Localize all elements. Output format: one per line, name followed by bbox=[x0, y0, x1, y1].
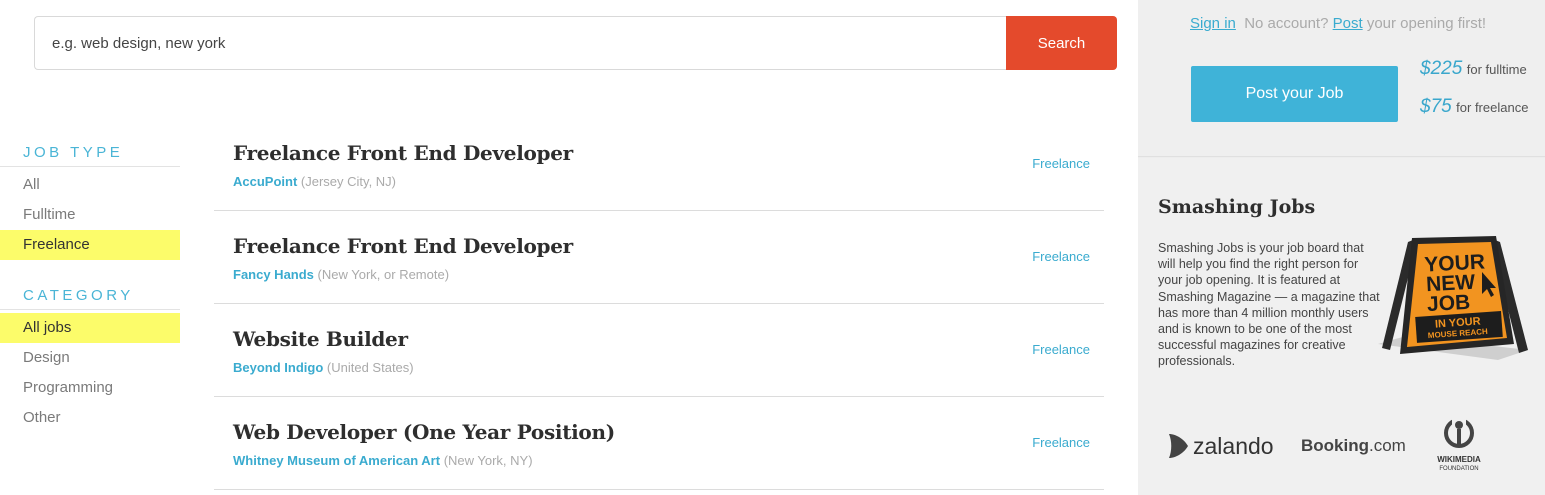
no-account-text: No account? bbox=[1244, 15, 1329, 32]
job-listing[interactable]: Freelance Front End Developer Fancy Hand… bbox=[214, 211, 1104, 304]
job-meta: Beyond Indigo (United States) bbox=[233, 360, 1104, 375]
job-company[interactable]: AccuPoint bbox=[233, 174, 297, 189]
job-meta: Fancy Hands (New York, or Remote) bbox=[233, 267, 1104, 282]
sign-in-link[interactable]: Sign in bbox=[1190, 15, 1236, 32]
job-location: (United States) bbox=[326, 360, 414, 375]
about-text: Smashing Jobs is your job board that wil… bbox=[1158, 241, 1380, 369]
price-fulltime: $225 for fulltime bbox=[1420, 58, 1527, 80]
signin-line: Sign in No account? Post your opening fi… bbox=[1190, 15, 1486, 32]
job-type-filter: JOB TYPE All Fulltime Freelance bbox=[0, 140, 180, 260]
search-input[interactable] bbox=[34, 16, 1006, 70]
zalando-logo: zalando bbox=[1169, 433, 1274, 459]
category-heading: CATEGORY bbox=[0, 283, 180, 310]
filter-job-type-all[interactable]: All bbox=[0, 170, 180, 200]
price-amount: $225 bbox=[1420, 58, 1463, 79]
filter-job-type-freelance[interactable]: Freelance bbox=[0, 230, 180, 260]
category-filter: CATEGORY All jobs Design Programming Oth… bbox=[0, 283, 180, 433]
wikimedia-line-1: WIKIMEDIA bbox=[1437, 455, 1481, 464]
job-meta: AccuPoint (Jersey City, NJ) bbox=[233, 174, 1104, 189]
job-title[interactable]: Freelance Front End Developer bbox=[233, 141, 1104, 165]
wikimedia-logo: WIKIMEDIA FOUNDATION bbox=[1437, 418, 1481, 472]
job-title[interactable]: Web Developer (One Year Position) bbox=[233, 420, 1104, 444]
booking-logo: Booking.com bbox=[1301, 436, 1406, 456]
job-type-label: Freelance bbox=[1032, 342, 1090, 357]
filters-panel: JOB TYPE All Fulltime Freelance CATEGORY… bbox=[0, 140, 180, 433]
job-location: (New York, or Remote) bbox=[317, 267, 450, 282]
wikimedia-line-2: FOUNDATION bbox=[1439, 466, 1478, 472]
booking-wordmark: Booking bbox=[1301, 436, 1369, 455]
search-button[interactable]: Search bbox=[1006, 16, 1117, 70]
job-type-label: Freelance bbox=[1032, 249, 1090, 264]
price-amount: $75 bbox=[1420, 96, 1452, 117]
post-job-box: Sign in No account? Post your opening fi… bbox=[1138, 0, 1545, 157]
price-label: for fulltime bbox=[1466, 62, 1527, 77]
filter-job-type-fulltime[interactable]: Fulltime bbox=[0, 200, 180, 230]
booking-suffix: .com bbox=[1369, 436, 1406, 455]
job-sign-image: YOUR NEW JOB IN YOUR MOUSE REACH bbox=[1378, 236, 1528, 360]
about-box: Smashing Jobs Smashing Jobs is your job … bbox=[1138, 158, 1545, 495]
filter-category-design[interactable]: Design bbox=[0, 343, 180, 373]
job-meta: Whitney Museum of American Art (New York… bbox=[233, 453, 1104, 468]
search-bar: Search bbox=[34, 16, 1117, 70]
job-location: (New York, NY) bbox=[443, 453, 533, 468]
job-list: Freelance Front End Developer AccuPoint … bbox=[214, 118, 1104, 490]
job-listing[interactable]: Freelance Front End Developer AccuPoint … bbox=[214, 118, 1104, 211]
price-label: for freelance bbox=[1456, 100, 1529, 115]
filter-category-programming[interactable]: Programming bbox=[0, 373, 180, 403]
sidebar: Sign in No account? Post your opening fi… bbox=[1138, 0, 1545, 495]
job-type-heading: JOB TYPE bbox=[0, 140, 180, 167]
job-title[interactable]: Website Builder bbox=[233, 327, 1104, 351]
job-company[interactable]: Fancy Hands bbox=[233, 267, 314, 282]
filter-category-other[interactable]: Other bbox=[0, 403, 180, 433]
about-title: Smashing Jobs bbox=[1158, 196, 1316, 218]
job-company[interactable]: Whitney Museum of American Art bbox=[233, 453, 440, 468]
post-job-button[interactable]: Post your Job bbox=[1191, 66, 1398, 122]
sign-line-3: JOB bbox=[1426, 291, 1470, 316]
post-opening-text: your opening first! bbox=[1366, 15, 1487, 32]
zalando-wordmark: zalando bbox=[1193, 433, 1274, 459]
job-company[interactable]: Beyond Indigo bbox=[233, 360, 323, 375]
filter-category-all-jobs[interactable]: All jobs bbox=[0, 313, 180, 343]
partner-logos: zalando Booking.com WIKIMEDIA FOUNDATION bbox=[1166, 416, 1526, 476]
job-type-label: Freelance bbox=[1032, 156, 1090, 171]
post-link[interactable]: Post bbox=[1333, 15, 1363, 32]
price-freelance: $75 for freelance bbox=[1420, 96, 1528, 118]
job-type-label: Freelance bbox=[1032, 435, 1090, 450]
job-location: (Jersey City, NJ) bbox=[300, 174, 397, 189]
job-listing[interactable]: Website Builder Beyond Indigo (United St… bbox=[214, 304, 1104, 397]
job-listing[interactable]: Web Developer (One Year Position) Whitne… bbox=[214, 397, 1104, 490]
job-title[interactable]: Freelance Front End Developer bbox=[233, 234, 1104, 258]
